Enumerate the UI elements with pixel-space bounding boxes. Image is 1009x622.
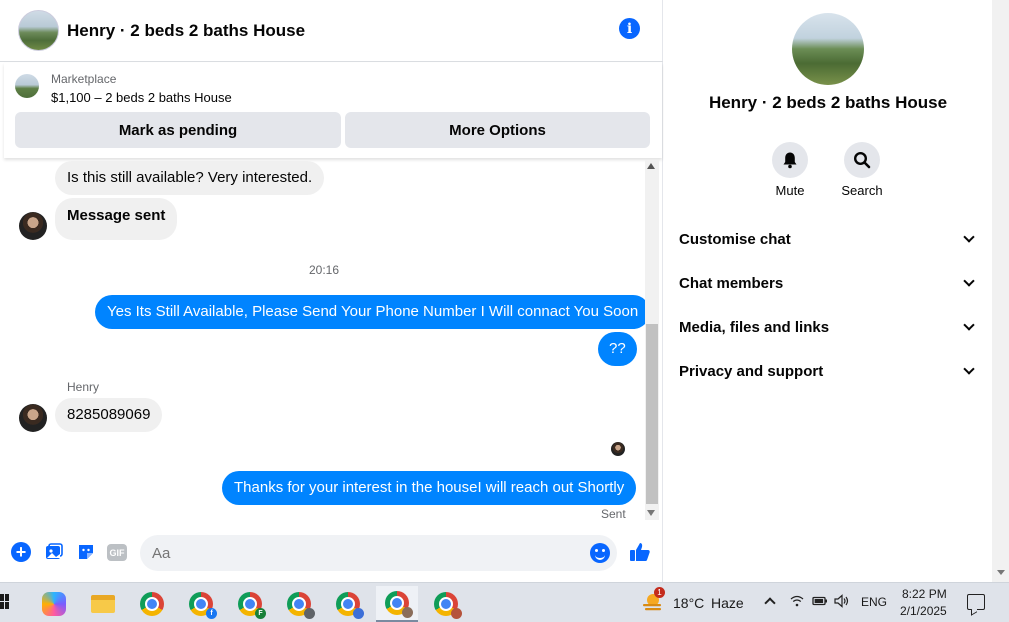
chrome-icon <box>434 592 462 619</box>
volume-icon[interactable] <box>834 594 850 611</box>
plus-icon[interactable]: + <box>11 542 31 562</box>
message-incoming: 8285089069 <box>55 398 163 432</box>
taskbar-chrome-active[interactable] <box>376 586 418 622</box>
taskbar-chrome-profile[interactable] <box>327 586 369 622</box>
chat-header: Henry · 2 beds 2 baths House i <box>0 0 663 62</box>
sender-avatar[interactable] <box>19 212 47 240</box>
mark-pending-button[interactable]: Mark as pending <box>15 112 341 148</box>
message-composer: + GIF <box>0 530 663 574</box>
chat-avatar[interactable] <box>18 10 59 51</box>
chrome-icon <box>287 592 315 619</box>
search-icon <box>853 151 871 169</box>
profile-badge: f <box>206 608 217 619</box>
section-customise-chat[interactable]: Customise chat <box>679 227 979 251</box>
emoji-icon[interactable] <box>590 543 610 563</box>
chrome-icon: F <box>238 592 266 619</box>
taskbar: f F 1 18°C Haze ENG 8:22 PM 2/1/2025 <box>0 582 1009 622</box>
sticker-icon[interactable] <box>76 542 96 562</box>
message-status: Sent <box>601 507 626 521</box>
profile-avatar-icon <box>353 608 364 619</box>
scroll-up-arrow-icon[interactable] <box>647 163 655 169</box>
chevron-down-icon <box>963 319 975 331</box>
taskbar-chrome-profile[interactable]: f <box>180 586 222 622</box>
sender-name: Henry <box>67 380 100 394</box>
more-options-button[interactable]: More Options <box>345 112 650 148</box>
section-label: Media, files and links <box>679 318 830 336</box>
mute-label: Mute <box>775 183 805 198</box>
chevron-down-icon <box>963 363 975 375</box>
notification-icon[interactable] <box>967 594 985 610</box>
search-button[interactable] <box>844 142 880 178</box>
wifi-icon[interactable] <box>790 594 804 611</box>
weather-widget[interactable]: 1 <box>641 587 667 613</box>
listing-thumbnail[interactable] <box>15 74 39 98</box>
taskbar-copilot[interactable] <box>33 586 75 622</box>
taskbar-chrome-profile[interactable]: F <box>229 586 271 622</box>
chevron-up-icon[interactable] <box>764 597 776 609</box>
battery-icon[interactable] <box>812 594 828 611</box>
listing-title[interactable]: $1,100 – 2 beds 2 baths House <box>51 90 232 105</box>
read-receipt-avatar <box>611 442 625 456</box>
profile-avatar-icon <box>304 608 315 619</box>
folder-icon <box>91 595 115 613</box>
chevron-down-icon <box>963 275 975 287</box>
section-privacy-support[interactable]: Privacy and support <box>679 359 979 383</box>
thumbs-up-icon[interactable] <box>628 540 652 564</box>
section-label: Privacy and support <box>679 362 824 380</box>
message-input[interactable] <box>140 535 617 571</box>
section-media-files-links[interactable]: Media, files and links <box>679 315 979 339</box>
message-outgoing: Thanks for your interest in the houseI w… <box>222 471 637 505</box>
mute-button[interactable] <box>772 142 808 178</box>
copilot-icon <box>42 592 66 616</box>
taskbar-chrome-profile[interactable] <box>425 586 467 622</box>
clock-date[interactable]: 2/1/2025 <box>900 604 947 618</box>
taskbar-chrome-profile[interactable] <box>278 586 320 622</box>
info-icon[interactable]: i <box>619 18 640 39</box>
bell-icon <box>783 152 797 169</box>
profile-avatar-icon <box>451 608 462 619</box>
message-outgoing: ?? <box>598 332 637 366</box>
chat-pane: Henry · 2 beds 2 baths House i Marketpla… <box>0 0 663 582</box>
scroll-down-arrow-icon[interactable] <box>997 570 1005 575</box>
profile-avatar-icon <box>402 607 413 618</box>
message-outgoing: Yes Its Still Available, Please Send You… <box>95 295 651 329</box>
messenger-window: Henry · 2 beds 2 baths House i Marketpla… <box>0 0 1009 622</box>
photo-icon[interactable] <box>44 542 64 562</box>
chat-info-panel: Henry · 2 beds 2 baths House Mute Search… <box>664 0 992 582</box>
scrollbar-thumb[interactable] <box>646 324 658 504</box>
message-incoming: Message sent <box>55 198 178 240</box>
taskbar-file-explorer[interactable] <box>82 586 124 622</box>
scroll-down-arrow-icon[interactable] <box>647 510 655 516</box>
chrome-icon <box>336 592 364 619</box>
message-incoming: Is this still available? Very interested… <box>55 161 325 195</box>
weather-temperature: 18°C <box>673 595 705 611</box>
clock-time[interactable]: 8:22 PM <box>902 587 947 601</box>
sender-avatar[interactable] <box>19 404 47 432</box>
profile-name: Henry · 2 beds 2 baths House <box>708 93 948 112</box>
profile-badge: F <box>255 608 266 619</box>
section-label: Chat members <box>679 274 784 292</box>
section-chat-members[interactable]: Chat members <box>679 271 979 295</box>
weather-description: Haze <box>711 595 744 611</box>
start-icon[interactable] <box>0 594 10 610</box>
chevron-down-icon <box>963 231 975 243</box>
gif-icon[interactable]: GIF <box>107 544 127 561</box>
chrome-icon <box>140 592 164 616</box>
chrome-icon: f <box>189 592 217 619</box>
message-timestamp: 20:16 <box>309 263 340 277</box>
language-indicator[interactable]: ENG <box>861 595 887 609</box>
page-scrollbar[interactable] <box>992 0 1009 582</box>
profile-avatar[interactable] <box>792 13 864 85</box>
chat-title[interactable]: Henry · 2 beds 2 baths House <box>67 21 305 41</box>
marketplace-banner: Marketplace $1,100 – 2 beds 2 baths Hous… <box>4 63 662 158</box>
marketplace-label: Marketplace <box>51 72 117 86</box>
search-label: Search <box>841 183 883 198</box>
weather-badge: 1 <box>654 587 665 598</box>
taskbar-chrome[interactable] <box>131 586 173 622</box>
section-label: Customise chat <box>679 230 791 248</box>
chrome-icon <box>385 591 413 618</box>
